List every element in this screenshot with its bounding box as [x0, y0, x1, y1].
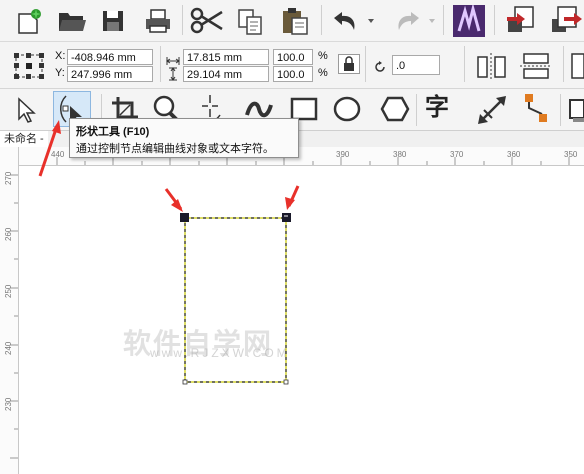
- selection-dash: [184, 217, 287, 383]
- canvas-overlay: [38, 120, 300, 385]
- annotation-arrow: [38, 125, 59, 177]
- tooltip-description: 通过控制节点编辑曲线对象或文本字符。: [76, 143, 274, 155]
- selected-rectangle[interactable]: [184, 217, 287, 383]
- annotation-arrowhead: [52, 120, 61, 134]
- node-top-left[interactable]: [180, 213, 189, 222]
- node-top-right[interactable]: [282, 213, 291, 222]
- node-bottom-left[interactable]: [182, 379, 188, 385]
- tooltip-title: 形状工具 (F10): [76, 126, 150, 138]
- annotation-arrowhead: [171, 199, 183, 212]
- node-bottom-right[interactable]: [283, 379, 289, 385]
- tooltip: 形状工具 (F10) 通过控制节点编辑曲线对象或文本字符。: [69, 118, 299, 158]
